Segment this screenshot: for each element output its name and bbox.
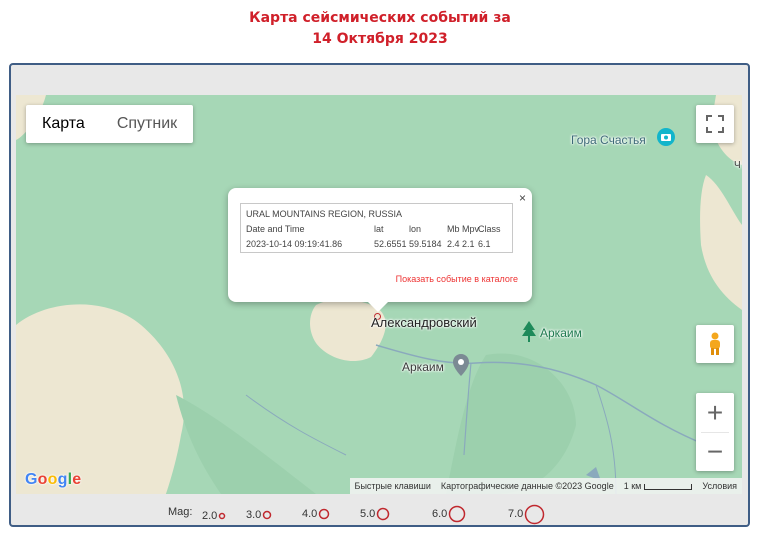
header-class: Class (478, 224, 501, 234)
event-values-row: 2023-10-14 09:19:41.86 52.6551 59.5184 2… (246, 237, 512, 252)
show-in-catalog-link[interactable]: Показать событие в каталоге (396, 274, 518, 284)
street-view-pegman-button[interactable] (696, 325, 734, 363)
place-aleksandrovsky: Александровский (371, 315, 477, 330)
legend-circle (449, 505, 466, 523)
keyboard-shortcuts-link[interactable]: Быстрые клавиши (350, 481, 436, 491)
map-scale[interactable]: 1 км (619, 481, 698, 491)
legend-item: 2.0 (202, 510, 226, 522)
place-gora-schastya: Гора Счастья (571, 133, 646, 147)
legend-circle (263, 510, 272, 520)
page-title: Карта сейсмических событий за 14 Октября… (0, 8, 760, 50)
legend-magnitude-label: 3.0 (246, 509, 262, 521)
event-info-window: × URAL MOUNTAINS REGION, RUSSIA Date and… (228, 188, 532, 312)
legend-item: 6.0 (432, 505, 466, 523)
legend-magnitude-label: 2.0 (202, 510, 218, 522)
header-lon: lon (409, 224, 422, 234)
scale-bar (644, 483, 693, 490)
legend-circle (377, 507, 390, 521)
zoom-in-button[interactable]: + (696, 394, 734, 432)
legend-label: Mag: (168, 506, 193, 518)
legend-circle (525, 504, 545, 524)
legend-circle-icon (377, 507, 390, 521)
legend-circle-icon (219, 512, 226, 520)
header-mpv: Mpv (462, 224, 480, 234)
title-line-2: 14 Октября 2023 (312, 31, 448, 47)
value-lat: 52.6551 (374, 239, 407, 249)
terms-link[interactable]: Условия (697, 481, 742, 491)
header-mb: Mb (447, 224, 460, 234)
legend-magnitude-label: 7.0 (508, 508, 524, 520)
header-datetime: Date and Time (246, 224, 305, 234)
event-details-table: URAL MOUNTAINS REGION, RUSSIA Date and T… (240, 203, 513, 253)
map-canvas[interactable]: Карта Спутник Гора Счастья Ч × URAL MOUN… (16, 95, 742, 494)
map-type-map-button[interactable]: Карта (26, 105, 101, 143)
legend-circle (319, 508, 330, 520)
pegman-icon (710, 332, 720, 355)
map-type-satellite-button[interactable]: Спутник (101, 105, 193, 143)
legend-item: 4.0 (302, 508, 330, 520)
value-class: 6.1 (478, 239, 491, 249)
value-mb: 2.4 (447, 239, 460, 249)
tree-icon (522, 321, 536, 342)
google-logo[interactable]: Google (25, 471, 81, 489)
legend-magnitude-label: 6.0 (432, 508, 448, 520)
legend-magnitude-label: 4.0 (302, 508, 318, 520)
map-attribution-bar: Быстрые клавиши Картографические данные … (349, 478, 742, 494)
event-region: URAL MOUNTAINS REGION, RUSSIA (246, 209, 403, 219)
legend-magnitude-label: 5.0 (360, 508, 376, 520)
place-edge-label: Ч (734, 160, 741, 171)
camera-icon (657, 128, 675, 146)
place-arkaim: Аркаим (402, 360, 444, 374)
value-lon: 59.5184 (409, 239, 442, 249)
legend-circle-icon (449, 505, 466, 523)
legend-circle (219, 512, 226, 520)
map-type-control: Карта Спутник (26, 105, 194, 143)
zoom-control: + − (696, 393, 734, 471)
fullscreen-icon (706, 115, 724, 133)
map-data-attribution: Картографические данные ©2023 Google (440, 481, 614, 491)
close-icon[interactable]: × (519, 191, 526, 205)
header-lat: lat (374, 224, 384, 234)
fullscreen-button[interactable] (696, 105, 734, 143)
value-datetime: 2023-10-14 09:19:41.86 (246, 239, 343, 249)
legend-item: 7.0 (508, 504, 545, 525)
legend-item: 3.0 (246, 509, 272, 521)
title-line-1: Карта сейсмических событий за (249, 10, 511, 26)
value-mpv: 2.1 (462, 239, 475, 249)
scale-label: 1 км (623, 481, 642, 491)
magnitude-legend: Mag: 2.0 3.0 4.0 5.0 6.0 7.0 (0, 503, 760, 525)
legend-circle-icon (525, 504, 545, 524)
legend-circle-icon (263, 510, 272, 520)
pin-icon (453, 354, 469, 376)
event-header-row: Date and Time lat lon Mb Mpv Class (246, 222, 512, 237)
zoom-out-button[interactable]: − (696, 433, 734, 471)
legend-item: 5.0 (360, 507, 390, 521)
legend-circle-icon (319, 508, 330, 520)
place-arkaim-park: Аркаим (540, 326, 582, 340)
